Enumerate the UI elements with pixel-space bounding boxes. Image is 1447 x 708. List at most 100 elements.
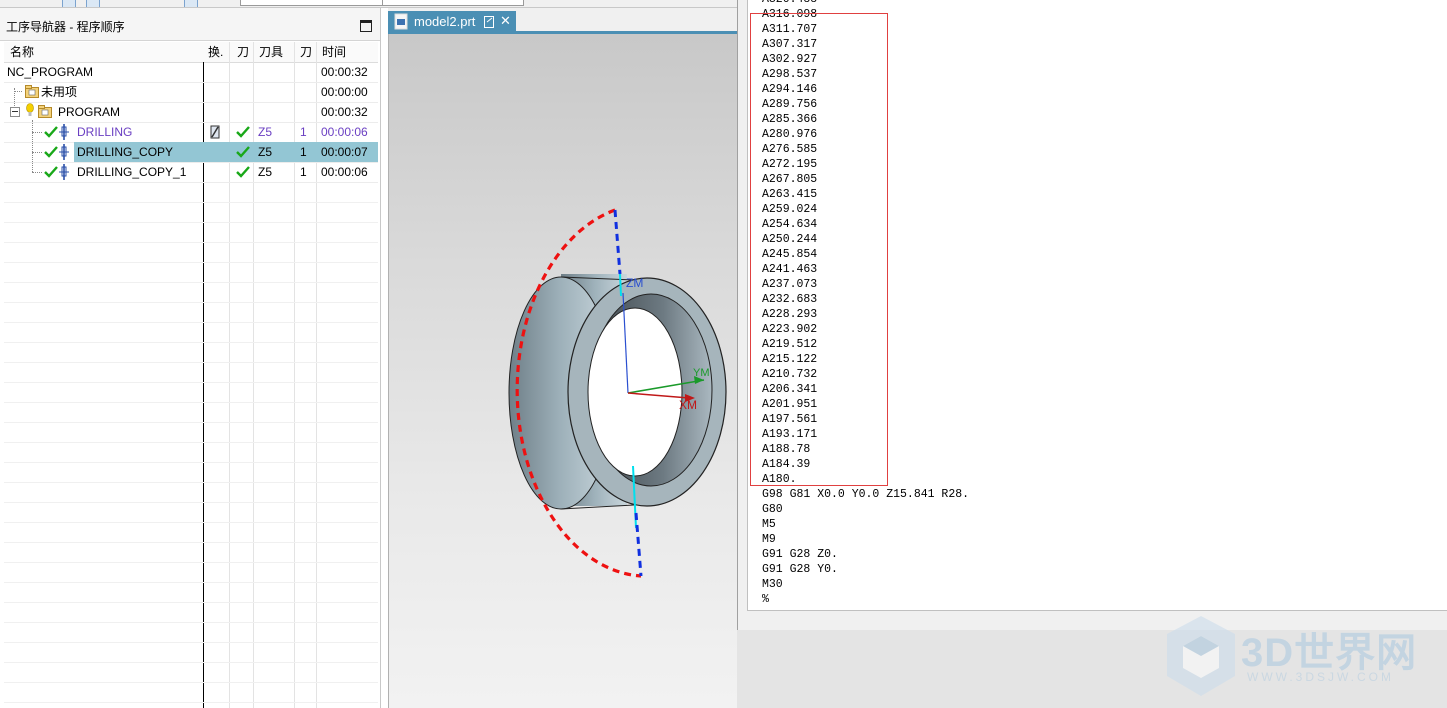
row-tool: Z5	[258, 165, 273, 179]
drill-tool-icon	[59, 124, 69, 140]
feed-move-line	[619, 273, 622, 297]
row-name: NC_PROGRAM	[7, 65, 94, 79]
row-name: PROGRAM	[58, 105, 121, 119]
toolbar-button-3[interactable]	[184, 0, 198, 7]
empty-row	[4, 562, 378, 583]
tab-label: model2.prt	[414, 14, 476, 29]
empty-row	[4, 682, 378, 703]
nc-code-line: G91 G28 Z0.	[762, 548, 838, 561]
rapid-move-line	[634, 512, 643, 577]
empty-row	[4, 642, 378, 663]
row-time: 00:00:32	[321, 65, 368, 79]
row-time: 00:00:00	[321, 85, 368, 99]
modified-icon	[484, 16, 494, 28]
empty-row	[4, 582, 378, 603]
row-tool-number: 1	[300, 145, 307, 159]
tab-underline	[388, 31, 740, 34]
row-name: 未用项	[41, 85, 78, 99]
folder-icon	[25, 85, 39, 98]
tree-row-program[interactable]: PROGRAM 00:00:32	[4, 102, 378, 123]
maximize-icon[interactable]	[360, 20, 372, 32]
drill-tool-icon	[59, 144, 69, 160]
empty-row	[4, 482, 378, 503]
empty-row	[4, 222, 378, 243]
empty-row	[4, 462, 378, 483]
lightbulb-icon	[26, 103, 34, 116]
empty-row	[4, 342, 378, 363]
nc-code-line: G98 G81 X0.0 Y0.0 Z15.841 R28.	[762, 488, 970, 501]
part-model[interactable]: ZM XM YM	[389, 8, 741, 708]
nc-code-line: %	[762, 593, 769, 606]
collapse-icon[interactable]	[10, 107, 20, 117]
cube-logo-icon	[1167, 616, 1235, 696]
empty-row	[4, 662, 378, 683]
row-time: 00:00:06	[321, 125, 368, 139]
row-tool: Z5	[258, 125, 273, 139]
row-name: DRILLING_COPY	[77, 145, 174, 159]
check-icon	[44, 146, 58, 158]
watermark: 3D世界网 WWW.3DSJW.COM	[1165, 612, 1435, 702]
column-toolpath[interactable]: 刀	[237, 44, 249, 62]
column-time[interactable]: 时间	[322, 44, 346, 62]
nc-code-line: G91 G28 Y0.	[762, 563, 838, 576]
part-file-icon	[394, 13, 408, 30]
tab-model2-prt[interactable]: model2.prt ✕	[388, 11, 516, 33]
row-time: 00:00:32	[321, 105, 368, 119]
check-icon	[236, 126, 250, 138]
row-tool-number: 1	[300, 165, 307, 179]
watermark-url: WWW.3DSJW.COM	[1247, 670, 1394, 684]
empty-row	[4, 262, 378, 283]
row-name: DRILLING_COPY_1	[77, 165, 187, 179]
empty-row	[4, 442, 378, 463]
check-icon	[236, 166, 250, 178]
toolbar-button-1[interactable]	[62, 0, 76, 7]
column-tool-number[interactable]: 刀	[300, 44, 312, 62]
drill-tool-icon	[59, 164, 69, 180]
close-tab-icon[interactable]: ✕	[500, 13, 511, 29]
x-axis-label: XM	[679, 398, 697, 412]
nc-code-line: G80	[762, 503, 783, 516]
tree-row-nc-program[interactable]: NC_PROGRAM 00:00:32	[4, 62, 378, 83]
navigator-column-header: 名称 换. 刀 刀具 刀 时间	[4, 42, 378, 63]
y-axis-label: YM	[693, 367, 710, 379]
nc-code-line: M9	[762, 533, 776, 546]
folder-icon	[38, 105, 52, 118]
tree-row-drilling-copy[interactable]: DRILLING_COPY Z5 1 00:00:07	[4, 142, 378, 163]
column-toolchange[interactable]: 换.	[208, 44, 223, 62]
empty-row	[4, 282, 378, 303]
toolbar-button-2[interactable]	[86, 0, 100, 7]
top-toolbar	[0, 0, 740, 8]
nc-code-line: A320.488	[762, 0, 817, 7]
empty-row	[4, 402, 378, 423]
tree-row-drilling-copy-1[interactable]: DRILLING_COPY_1 Z5 1 00:00:06	[4, 162, 378, 183]
column-tool[interactable]: 刀具	[259, 44, 283, 62]
rapid-move-line	[613, 209, 622, 275]
check-icon	[236, 146, 250, 158]
empty-row	[4, 302, 378, 323]
empty-row	[4, 322, 378, 343]
tree-row-unused-items[interactable]: 未用项 00:00:00	[4, 82, 378, 103]
nc-code-line: M5	[762, 518, 776, 531]
navigator-title-bar: 工序导航器 - 程序顺序	[0, 8, 380, 41]
empty-row	[4, 182, 378, 203]
z-axis-label: ZM	[626, 276, 643, 290]
graphics-viewport[interactable]: ZM XM YM	[388, 8, 741, 708]
row-name: DRILLING	[77, 125, 133, 139]
row-time: 00:00:07	[321, 145, 368, 159]
tool-change-icon	[210, 125, 220, 139]
empty-row	[4, 502, 378, 523]
empty-row	[4, 202, 378, 223]
empty-row	[4, 362, 378, 383]
empty-row	[4, 602, 378, 623]
empty-row	[4, 522, 378, 543]
empty-row	[4, 622, 378, 643]
row-tool: Z5	[258, 145, 273, 159]
check-icon	[44, 126, 58, 138]
operation-navigator: 工序导航器 - 程序顺序 名称 换. 刀 刀具 刀 时间 NC_PROGRAM …	[0, 8, 381, 708]
toolbar-combo-2[interactable]	[382, 0, 524, 6]
tree-row-drilling[interactable]: DRILLING Z5 1 00:00:06	[4, 122, 378, 143]
row-time: 00:00:06	[321, 165, 368, 179]
check-icon	[44, 166, 58, 178]
column-name[interactable]: 名称	[10, 44, 34, 62]
row-tool-number: 1	[300, 125, 307, 139]
